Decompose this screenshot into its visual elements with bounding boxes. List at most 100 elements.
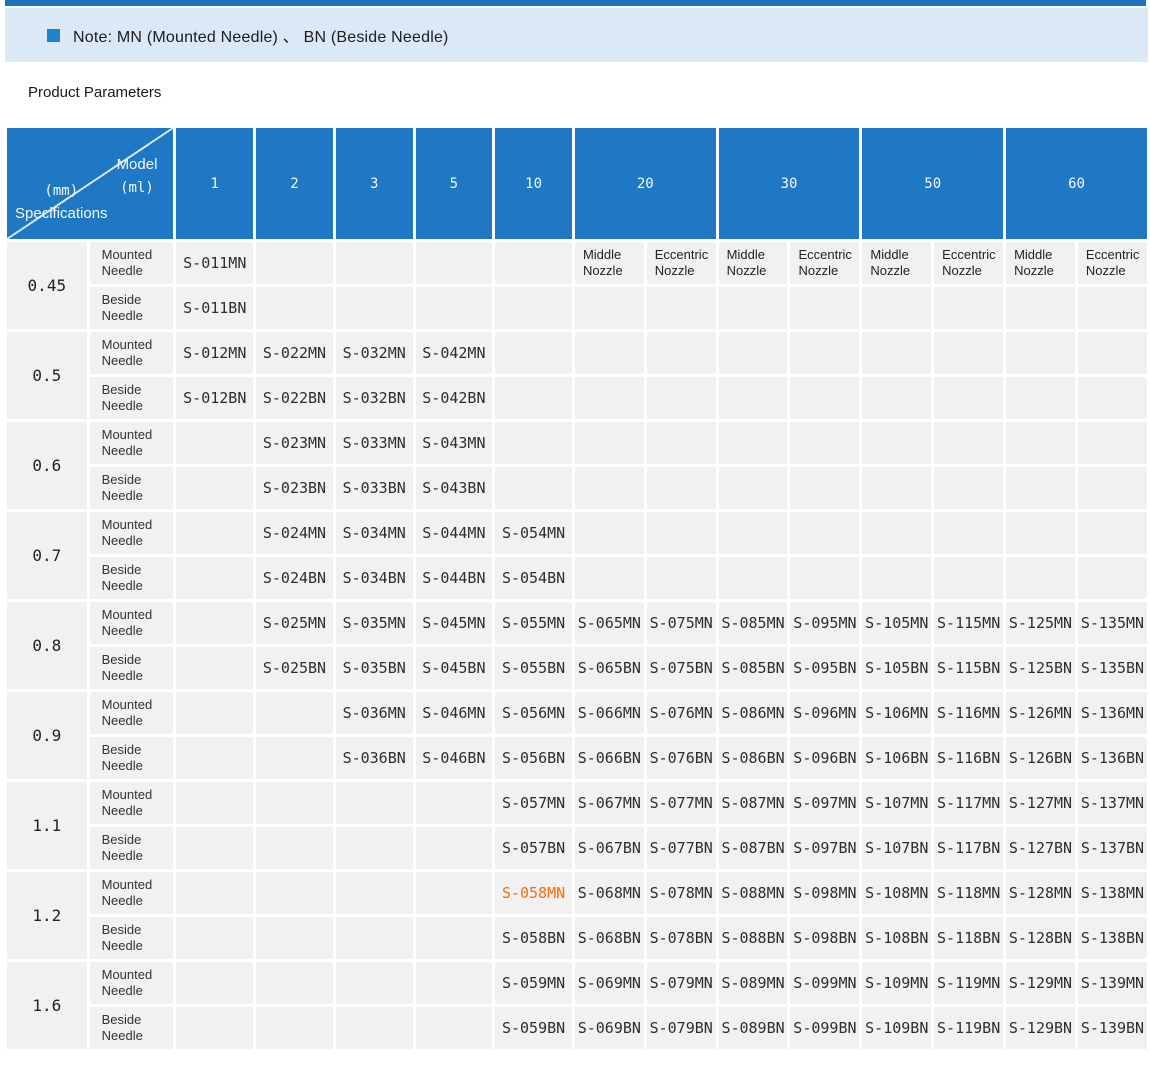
spec-cell: 1.6 xyxy=(7,962,87,1049)
model-cell: S-089BN xyxy=(719,1007,788,1049)
model-cell: S-075BN xyxy=(647,647,716,689)
model-cell: S-115BN xyxy=(934,647,1003,689)
model-cell: S-135MN xyxy=(1078,602,1147,644)
empty-cell xyxy=(495,377,572,419)
spec-cell: 1.1 xyxy=(7,782,87,869)
empty-cell xyxy=(256,242,333,284)
model-cell: S-045BN xyxy=(416,647,493,689)
empty-cell xyxy=(647,377,716,419)
model-cell: S-022MN xyxy=(256,332,333,374)
empty-cell xyxy=(1006,512,1075,554)
empty-cell xyxy=(336,287,413,329)
model-cell: S-036BN xyxy=(336,737,413,779)
corner-model-label: Model (ml) xyxy=(117,154,158,199)
model-cell: S-066BN xyxy=(575,737,644,779)
model-cell: S-106BN xyxy=(862,737,931,779)
needle-type-cell: Beside Needle xyxy=(90,647,174,689)
empty-cell xyxy=(862,422,931,464)
empty-cell xyxy=(790,377,859,419)
model-cell: S-128BN xyxy=(1006,917,1075,959)
product-parameters-table: Model (ml) (mm) Specifications 1 2 3 5 1… xyxy=(4,125,1150,1052)
model-cell: S-057MN xyxy=(495,782,572,824)
empty-cell xyxy=(176,917,253,959)
model-cell: S-109MN xyxy=(862,962,931,1004)
empty-cell xyxy=(862,377,931,419)
table-row: 0.6Mounted NeedleS-023MNS-033MNS-043MN xyxy=(7,422,1147,464)
empty-cell xyxy=(1078,422,1147,464)
empty-cell xyxy=(1006,557,1075,599)
model-cell: S-106MN xyxy=(862,692,931,734)
model-cell: S-105MN xyxy=(862,602,931,644)
empty-cell xyxy=(336,1007,413,1049)
product-parameters-table-wrap: Model (ml) (mm) Specifications 1 2 3 5 1… xyxy=(4,125,1150,1052)
model-cell: S-068BN xyxy=(575,917,644,959)
model-cell: S-033MN xyxy=(336,422,413,464)
empty-cell xyxy=(1078,512,1147,554)
table-row: 1.2Mounted NeedleS-058MNS-068MNS-078MNS-… xyxy=(7,872,1147,914)
model-cell: S-068MN xyxy=(575,872,644,914)
model-cell: S-035BN xyxy=(336,647,413,689)
nozzle-type-header-cell: Middle Nozzle xyxy=(862,242,931,284)
empty-cell xyxy=(647,332,716,374)
needle-type-cell: Mounted Needle xyxy=(90,602,174,644)
volume-column-header: 30 xyxy=(719,128,860,239)
model-cell: S-042MN xyxy=(416,332,493,374)
empty-cell xyxy=(1078,377,1147,419)
model-cell: S-065BN xyxy=(575,647,644,689)
model-cell: S-095BN xyxy=(790,647,859,689)
model-cell: S-011MN xyxy=(176,242,253,284)
spec-cell: 0.7 xyxy=(7,512,87,599)
model-cell: S-086BN xyxy=(719,737,788,779)
empty-cell xyxy=(575,287,644,329)
model-cell: S-097MN xyxy=(790,782,859,824)
model-cell: S-023BN xyxy=(256,467,333,509)
needle-type-cell: Mounted Needle xyxy=(90,422,174,464)
model-cell: S-012BN xyxy=(176,377,253,419)
table-row: 0.7Mounted NeedleS-024MNS-034MNS-044MNS-… xyxy=(7,512,1147,554)
model-cell: S-023MN xyxy=(256,422,333,464)
model-cell: S-078BN xyxy=(647,917,716,959)
nozzle-type-header-cell: Eccentric Nozzle xyxy=(1078,242,1147,284)
model-cell: S-127MN xyxy=(1006,782,1075,824)
empty-cell xyxy=(790,287,859,329)
model-cell: S-067BN xyxy=(575,827,644,869)
empty-cell xyxy=(719,422,788,464)
corner-spec-label: (mm) Specifications xyxy=(15,180,108,225)
model-cell: S-067MN xyxy=(575,782,644,824)
empty-cell xyxy=(862,332,931,374)
table-row: Beside NeedleS-025BNS-035BNS-045BNS-055B… xyxy=(7,647,1147,689)
empty-cell xyxy=(176,467,253,509)
model-cell: S-096MN xyxy=(790,692,859,734)
volume-column-header: 10 xyxy=(495,128,572,239)
empty-cell xyxy=(934,422,1003,464)
empty-cell xyxy=(934,557,1003,599)
model-cell: S-098MN xyxy=(790,872,859,914)
model-cell: S-036MN xyxy=(336,692,413,734)
table-row: Beside NeedleS-058BNS-068BNS-078BNS-088B… xyxy=(7,917,1147,959)
model-cell: S-099MN xyxy=(790,962,859,1004)
empty-cell xyxy=(256,782,333,824)
model-cell: S-137MN xyxy=(1078,782,1147,824)
empty-cell xyxy=(256,917,333,959)
model-cell: S-076BN xyxy=(647,737,716,779)
model-cell: S-126BN xyxy=(1006,737,1075,779)
model-cell: S-136BN xyxy=(1078,737,1147,779)
empty-cell xyxy=(416,1007,493,1049)
model-cell: S-088BN xyxy=(719,917,788,959)
empty-cell xyxy=(495,332,572,374)
empty-cell xyxy=(256,692,333,734)
model-cell: S-096BN xyxy=(790,737,859,779)
empty-cell xyxy=(176,647,253,689)
needle-type-cell: Beside Needle xyxy=(90,1007,174,1049)
table-body: 0.45Mounted NeedleS-011MNMiddle NozzleEc… xyxy=(7,242,1147,1049)
empty-cell xyxy=(575,467,644,509)
model-cell: S-044MN xyxy=(416,512,493,554)
model-cell: S-035MN xyxy=(336,602,413,644)
top-accent-bar xyxy=(5,0,1146,6)
empty-cell xyxy=(647,467,716,509)
empty-cell xyxy=(176,512,253,554)
model-cell: S-116BN xyxy=(934,737,1003,779)
empty-cell xyxy=(176,737,253,779)
volume-column-header: 50 xyxy=(862,128,1003,239)
empty-cell xyxy=(575,557,644,599)
